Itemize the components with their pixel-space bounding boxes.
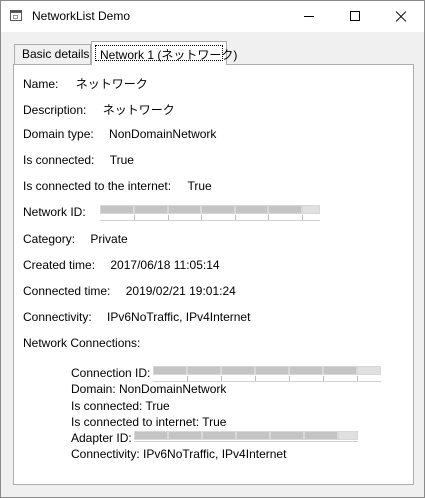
redaction-block bbox=[134, 205, 168, 214]
name-label: Name: bbox=[23, 77, 59, 91]
redaction-block bbox=[338, 431, 358, 440]
connectivity-row: Connectivity: IPv6NoTraffic, IPv4Interne… bbox=[23, 310, 250, 324]
tab-network-1[interactable]: Network 1 (ネットワーク) bbox=[91, 41, 237, 65]
redaction-block bbox=[268, 205, 302, 214]
redaction-block bbox=[289, 366, 323, 375]
internet-row: Is connected to the internet: True bbox=[23, 179, 212, 193]
connection-id-line: Connection ID: bbox=[71, 366, 150, 380]
minimize-button[interactable] bbox=[286, 1, 332, 32]
name-row: Name: ネットワーク bbox=[23, 75, 148, 92]
network-id-redacted bbox=[100, 205, 320, 221]
redaction-block bbox=[235, 205, 268, 214]
internet-value: True bbox=[187, 179, 212, 193]
redaction-block bbox=[357, 366, 381, 375]
description-label: Description: bbox=[23, 103, 87, 117]
is-connected-row: Is connected: True bbox=[23, 153, 134, 167]
created-time-label: Created time: bbox=[23, 258, 96, 272]
redaction-block bbox=[304, 431, 338, 440]
redaction-block bbox=[270, 431, 304, 440]
connection-is-connected-line: Is connected: True bbox=[71, 399, 170, 413]
domain-type-row: Domain type: NonDomainNetwork bbox=[23, 127, 216, 141]
created-time-row: Created time: 2017/06/18 11:05:14 bbox=[23, 258, 220, 272]
connection-id-label: Connection ID: bbox=[71, 366, 151, 380]
redaction-block bbox=[236, 431, 270, 440]
description-row: Description: ネットワーク bbox=[23, 101, 175, 118]
network-connections-row: Network Connections: bbox=[23, 336, 140, 350]
window-title: NetworkList Demo bbox=[32, 9, 131, 23]
redaction-block bbox=[168, 205, 201, 214]
connected-time-label: Connected time: bbox=[23, 284, 111, 298]
connected-time-row: Connected time: 2019/02/21 19:01:24 bbox=[23, 284, 236, 298]
redaction-block bbox=[323, 366, 357, 375]
category-value: Private bbox=[90, 232, 128, 246]
domain-type-label: Domain type: bbox=[23, 127, 94, 141]
title-bar[interactable]: NetworkList Demo bbox=[1, 1, 424, 32]
tab-basic-details[interactable]: Basic details bbox=[14, 44, 91, 64]
connected-time-value: 2019/02/21 19:01:24 bbox=[125, 284, 236, 298]
connectivity-value: IPv6NoTraffic, IPv4Internet bbox=[107, 310, 251, 324]
category-label: Category: bbox=[23, 232, 76, 246]
domain-type-value: NonDomainNetwork bbox=[109, 127, 217, 141]
internet-label: Is connected to the internet: bbox=[23, 179, 172, 193]
network-id-row: Network ID: bbox=[23, 205, 86, 219]
redaction-block bbox=[221, 366, 255, 375]
maximize-button[interactable] bbox=[332, 1, 378, 32]
redaction-block bbox=[202, 431, 236, 440]
created-time-value: 2017/06/18 11:05:14 bbox=[110, 258, 220, 272]
redaction-block bbox=[187, 366, 221, 375]
connectivity-label: Connectivity: bbox=[23, 310, 92, 324]
tab-basic-details-label: Basic details bbox=[22, 47, 90, 61]
is-connected-label: Is connected: bbox=[23, 153, 95, 167]
name-value: ネットワーク bbox=[75, 77, 148, 91]
is-connected-value: True bbox=[109, 153, 134, 167]
description-value: ネットワーク bbox=[102, 103, 175, 117]
adapter-id-line: Adapter ID: bbox=[71, 431, 132, 445]
network-connections-label: Network Connections: bbox=[23, 336, 141, 350]
connection-domain-line: Domain: NonDomainNetwork bbox=[71, 382, 227, 396]
connection-internet-line: Is connected to internet: True bbox=[71, 415, 227, 429]
network-id-label: Network ID: bbox=[23, 205, 86, 219]
connection-id-redacted bbox=[153, 366, 381, 382]
redaction-block bbox=[100, 205, 134, 214]
window-app-icon bbox=[10, 10, 22, 21]
redaction-block bbox=[134, 431, 168, 440]
close-button[interactable] bbox=[378, 1, 424, 32]
category-row: Category: Private bbox=[23, 232, 128, 246]
adapter-id-redacted bbox=[134, 431, 358, 447]
redaction-block bbox=[153, 366, 187, 375]
tab-network-1-label: Network 1 (ネットワーク) bbox=[100, 48, 238, 62]
redaction-block bbox=[255, 366, 289, 375]
adapter-id-label: Adapter ID: bbox=[71, 431, 132, 445]
redaction-block bbox=[168, 431, 202, 440]
connection-connectivity-line: Connectivity: IPv6NoTraffic, IPv4Interne… bbox=[71, 447, 287, 461]
app-window: NetworkList Demo Basic details Network 1… bbox=[0, 0, 425, 498]
redaction-block bbox=[302, 205, 320, 214]
redaction-block bbox=[201, 205, 235, 214]
